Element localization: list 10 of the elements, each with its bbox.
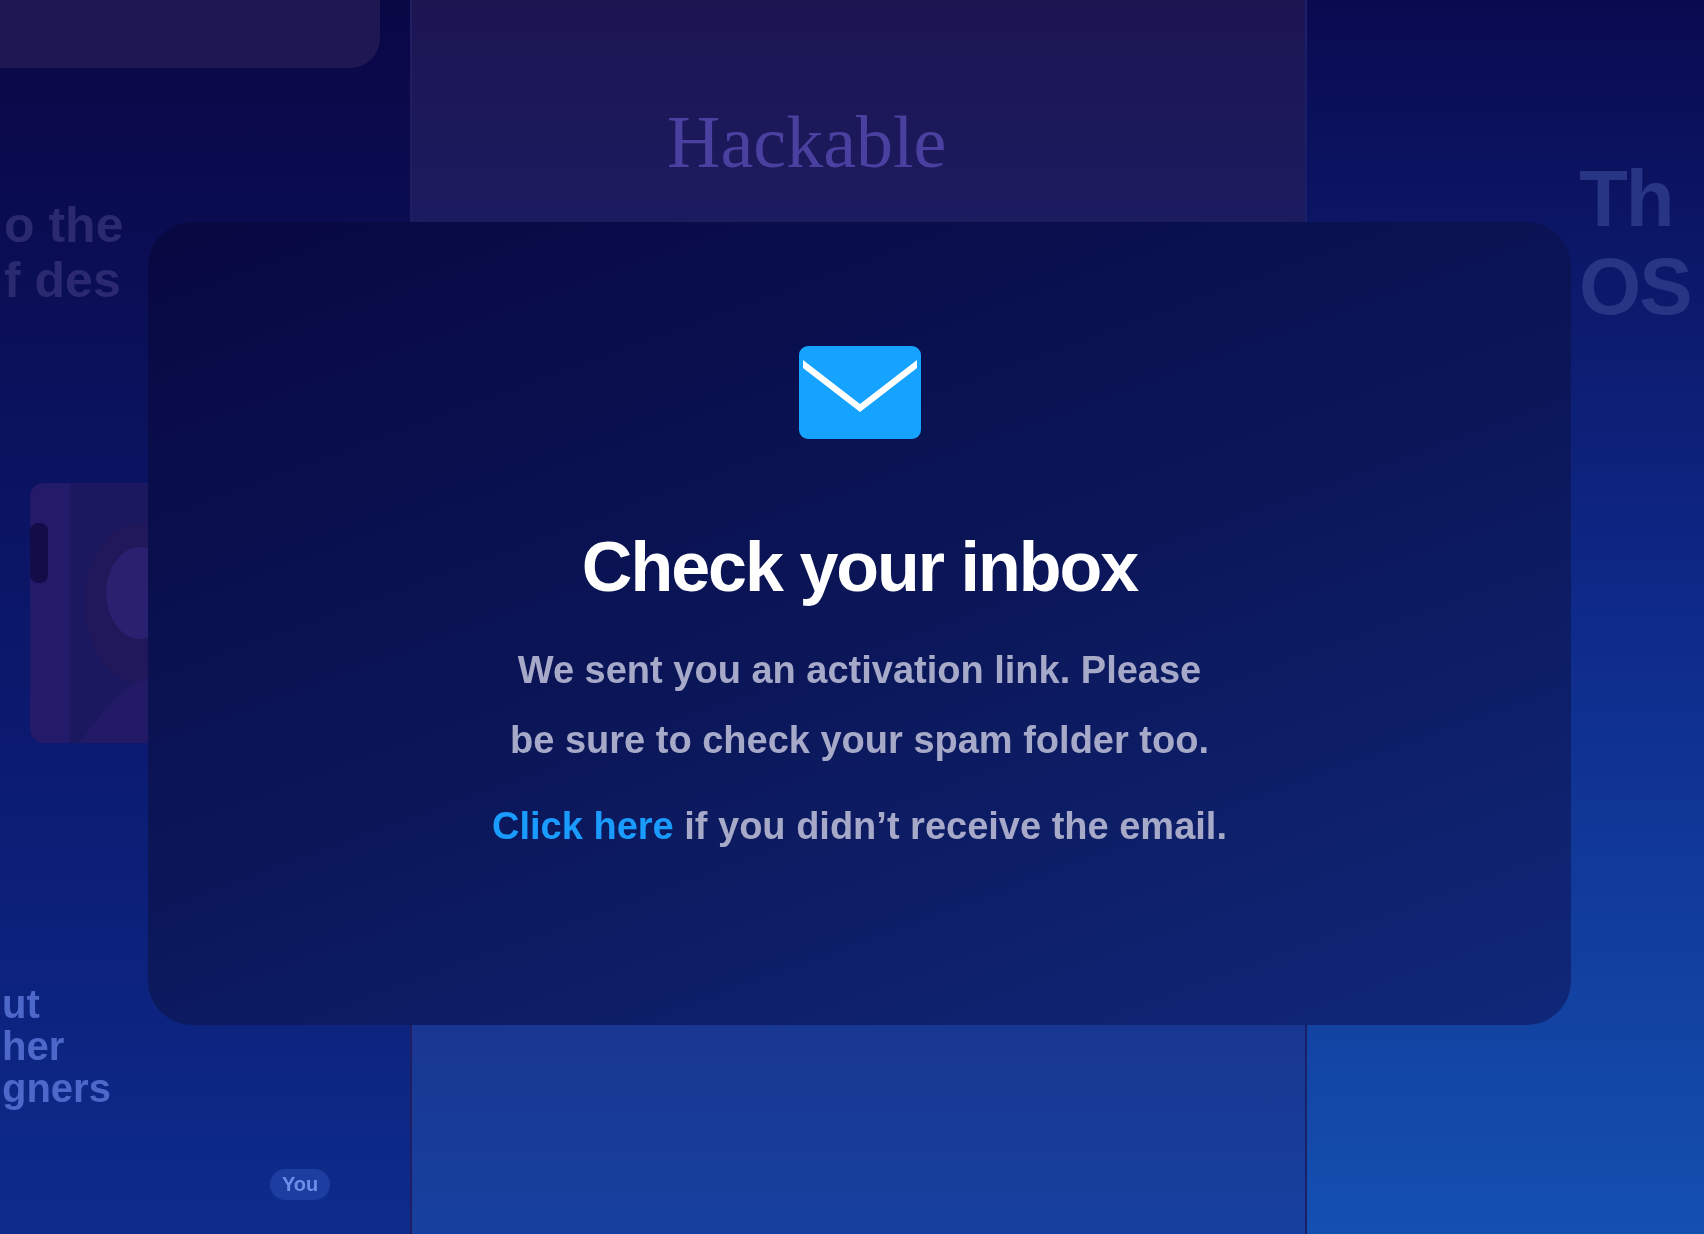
message-text: We sent you an activation link. Please be sure to check your spam folder too. [509,648,1210,763]
headline: gners [2,1067,112,1109]
dialog-title: Check your inbox [581,527,1138,607]
headline: her [2,1025,66,1067]
envelope-icon [798,346,921,439]
click-here-link[interactable]: Click here [492,805,674,847]
name-tag: You [270,1169,331,1200]
resend-text: Click here if you didn’t receive the email. [492,805,1227,848]
headline: ut [2,983,41,1025]
headline: Hackable [667,100,948,185]
